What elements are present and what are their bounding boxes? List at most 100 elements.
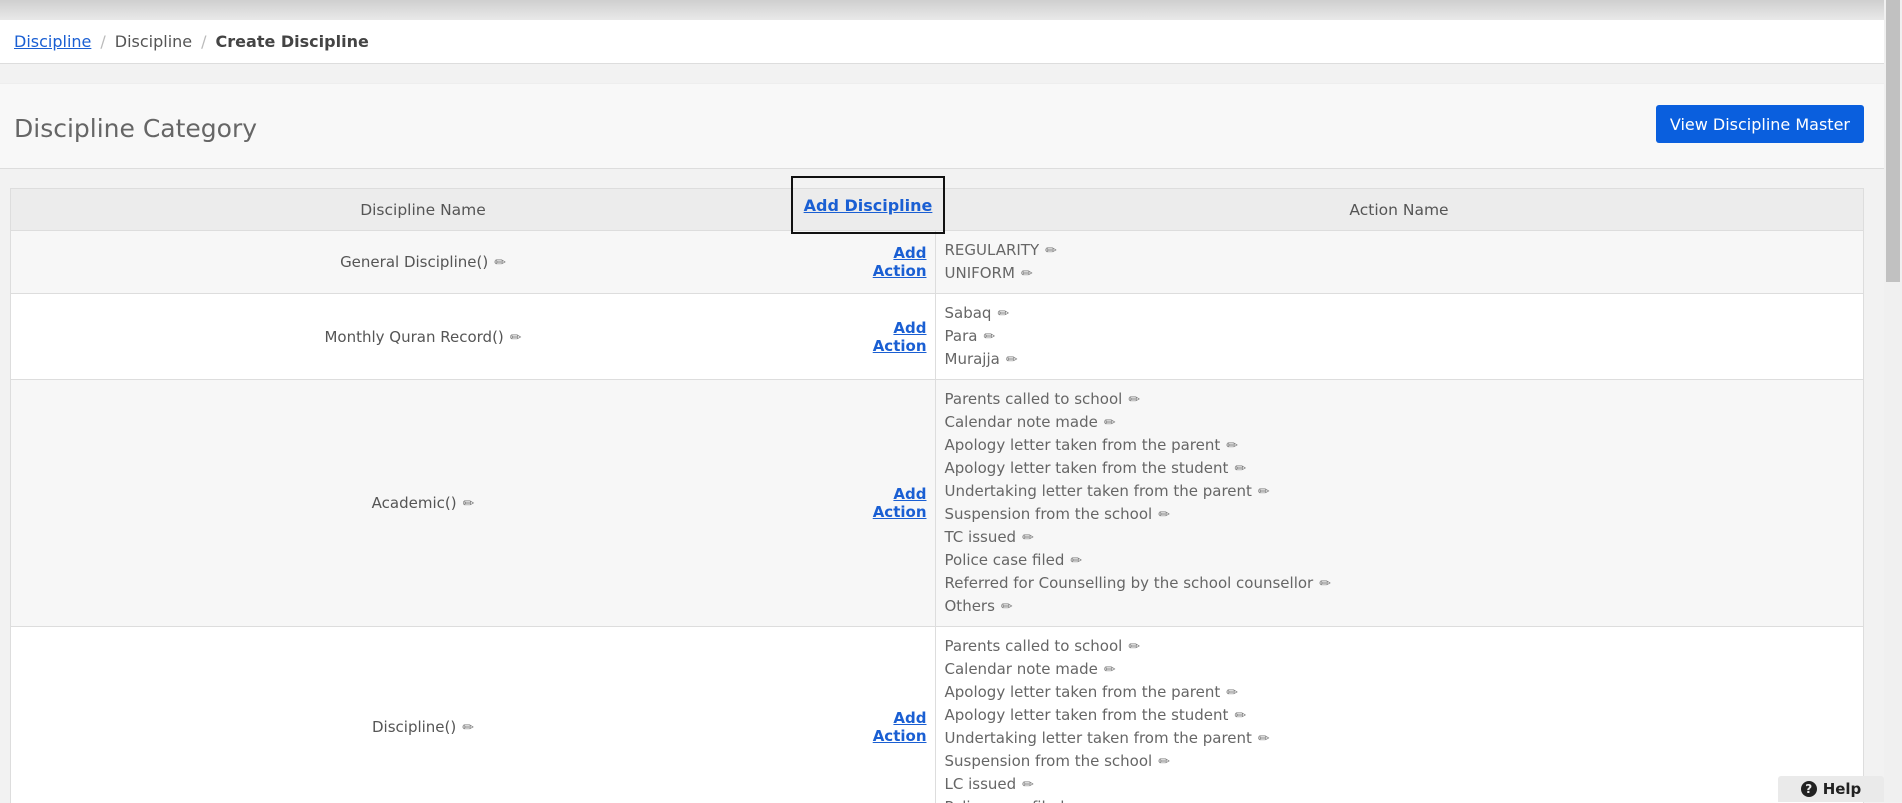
action-name: Para [945,327,978,345]
action-name: Undertaking letter taken from the parent [945,482,1252,500]
pencil-icon[interactable]: ✏ [1258,728,1270,750]
action-list-cell: Sabaq ✏ Para ✏ Murajja ✏ [935,294,1863,380]
pencil-icon[interactable]: ✏ [1128,389,1140,411]
pencil-icon[interactable]: ✏ [1158,751,1170,773]
action-item: Undertaking letter taken from the parent… [945,480,1864,503]
action-name: Calendar note made [945,660,1098,678]
add-action-cell: Add Action [835,294,935,380]
action-name: Murajja [945,350,1000,368]
pencil-icon[interactable]: ✏ [1158,504,1170,526]
breadcrumb-link[interactable]: Discipline [14,32,91,51]
action-item: TC issued ✏ [945,526,1864,549]
vertical-scrollbar[interactable] [1884,0,1902,802]
action-item: Apology letter taken from the student ✏ [945,704,1864,727]
pencil-icon[interactable]: ✏ [983,326,995,348]
action-name: Apology letter taken from the student [945,459,1229,477]
action-list-cell: Parents called to school✏Calendar note m… [935,380,1863,627]
action-name: LC issued [945,775,1017,793]
discipline-table: Discipline Name Action Name General Disc… [10,188,1864,803]
action-name: Parents called to school [945,390,1123,408]
action-name: TC issued [945,528,1017,546]
action-item: Parents called to school ✏ [945,635,1864,658]
add-action-link[interactable]: Add Action [873,244,927,280]
action-name: Apology letter taken from the student [945,706,1229,724]
discipline-name-cell: General Discipline()✏ [11,231,835,294]
action-item: Calendar note made ✏ [945,658,1864,681]
action-name: Apology letter taken from the parent [945,683,1221,701]
action-name: Parents called to school [945,637,1123,655]
pencil-icon[interactable]: ✏ [1006,349,1018,371]
pencil-icon[interactable]: ✏ [494,255,506,271]
action-name: Apology letter taken from the parent [945,436,1221,454]
page-title: Discipline Category [14,114,257,143]
pencil-icon[interactable]: ✏ [1104,659,1116,681]
action-item: LC issued ✏ [945,773,1864,796]
pencil-icon[interactable]: ✏ [997,303,1009,325]
pencil-icon[interactable]: ✏ [1022,527,1034,549]
breadcrumb-separator: / [100,32,105,51]
action-item: Suspension from the school ✏ [945,750,1864,773]
pencil-icon[interactable]: ✏ [1021,263,1033,285]
action-item: Calendar note made✏ [945,411,1864,434]
action-item: UNIFORM✏ [945,262,1864,285]
pencil-icon[interactable]: ✏ [1234,458,1246,480]
add-discipline-link[interactable]: Add Discipline [804,196,933,215]
help-label: Help [1823,780,1862,798]
pencil-icon[interactable]: ✏ [1234,705,1246,727]
add-action-link[interactable]: Add Action [873,319,927,355]
page-header-panel: Discipline Category View Discipline Mast… [0,83,1884,169]
column-header-discipline-name: Discipline Name [11,189,835,231]
pencil-icon[interactable]: ✏ [1319,573,1331,595]
table-row: Discipline()✏Add ActionParents called to… [11,627,1863,803]
add-action-cell: Add Action [835,627,935,803]
action-name: Others [945,597,995,615]
breadcrumb-separator: / [201,32,206,51]
action-name: Suspension from the school [945,752,1153,770]
add-action-link[interactable]: Add Action [873,709,927,745]
top-header [0,0,1884,20]
discipline-name: Monthly Quran Record() [324,328,503,346]
action-name: Referred for Counselling by the school c… [945,574,1314,592]
pencil-icon[interactable]: ✏ [1045,240,1057,262]
table-row: General Discipline()✏ Add Action REGULARIT… [11,231,1863,294]
add-action-link[interactable]: Add Action [873,485,927,521]
pencil-icon[interactable]: ✏ [1070,797,1082,803]
action-item: Apology letter taken from the parent ✏ [945,681,1864,704]
pencil-icon[interactable]: ✏ [1226,435,1238,457]
table-row: Monthly Quran Record()✏Add ActionSabaq✏P… [11,294,1863,380]
breadcrumb-discipline-link: Discipline [0,32,91,51]
action-item: Referred for Counselling by the school c… [945,572,1864,595]
pencil-icon[interactable]: ✏ [1226,682,1238,704]
action-item: Apology letter taken from the student ✏ [945,457,1864,480]
action-item: Suspension from the school ✏ [945,503,1864,526]
help-button[interactable]: ? Help [1778,776,1884,802]
pencil-icon[interactable]: ✏ [463,496,475,512]
pencil-icon[interactable]: ✏ [510,330,522,346]
breadcrumb-current: Create Discipline [216,32,369,51]
view-discipline-master-button[interactable]: View Discipline Master [1656,105,1864,143]
action-item: Parents called to school ✏ [945,388,1864,411]
pencil-icon[interactable]: ✏ [1070,550,1082,572]
pencil-icon[interactable]: ✏ [1104,412,1116,434]
table-row: Academic()✏Add ActionParents called to s… [11,380,1863,627]
action-item: Others ✏ [945,595,1864,618]
pencil-icon[interactable]: ✏ [1022,774,1034,796]
pencil-icon[interactable]: ✏ [1001,596,1013,618]
column-header-action-name: Action Name [935,189,1863,231]
pencil-icon[interactable]: ✏ [1258,481,1270,503]
pencil-icon[interactable]: ✏ [1128,636,1140,658]
add-discipline-highlight: Add Discipline [791,176,945,234]
action-name: Suspension from the school [945,505,1153,523]
pencil-icon[interactable]: ✏ [462,720,474,736]
action-item: Para ✏ [945,325,1864,348]
action-item: Sabaq ✏ [945,302,1864,325]
breadcrumb-item: Discipline [115,32,192,51]
action-item: Police case filed✏ [945,549,1864,572]
scrollbar-thumb[interactable] [1886,0,1900,282]
action-name: Sabaq [945,304,992,322]
action-item: Undertaking letter taken from the parent… [945,727,1864,750]
action-name: REGULARITY [945,241,1040,259]
discipline-name-cell: Monthly Quran Record() ✏ [11,294,835,380]
breadcrumb: Discipline / Discipline / Create Discipl… [0,20,1884,64]
action-item: REGULARITY ✏ [945,239,1864,262]
